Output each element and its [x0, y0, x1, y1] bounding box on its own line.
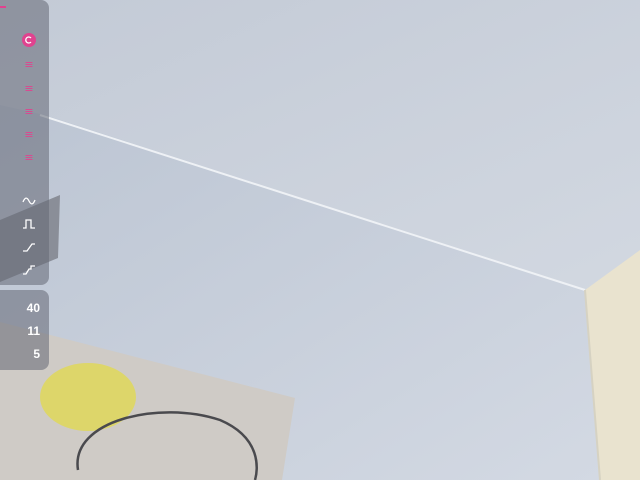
sine-wave-button[interactable]: [18, 191, 40, 211]
sine-wave-icon: [22, 197, 36, 205]
ramp-wave-icon: [23, 243, 35, 252]
lines-icon: ≡: [24, 104, 34, 118]
lines-icon: ≡: [24, 150, 34, 164]
square-wave-icon: [23, 219, 35, 229]
step-wave-icon: [23, 265, 35, 275]
corner-mark: [0, 6, 6, 8]
room-background: [0, 0, 640, 480]
menu-button-1[interactable]: ≡: [18, 54, 40, 74]
record-button[interactable]: [18, 30, 40, 50]
toolbar-panel: ≡ ≡ ≡ ≡ ≡: [0, 0, 49, 285]
menu-button-2[interactable]: ≡: [18, 78, 40, 98]
menu-button-4[interactable]: ≡: [18, 124, 40, 144]
menu-button-5[interactable]: ≡: [18, 147, 40, 167]
menu-button-3[interactable]: ≡: [18, 101, 40, 121]
ramp-wave-button[interactable]: [18, 237, 40, 257]
level-value-1: 40: [26, 301, 40, 315]
step-wave-button[interactable]: [18, 260, 40, 280]
level-value-3: 5: [33, 347, 40, 361]
levels-panel: 40 11 5: [0, 290, 49, 370]
level-value-2: 11: [27, 324, 40, 338]
record-icon: [22, 33, 36, 47]
poster-yellow-circle: [40, 363, 136, 431]
camera-view: ≡ ≡ ≡ ≡ ≡ 40 11 5: [0, 0, 640, 480]
square-wave-button[interactable]: [18, 214, 40, 234]
lines-icon: ≡: [24, 57, 34, 71]
lines-icon: ≡: [24, 81, 34, 95]
lines-icon: ≡: [24, 127, 34, 141]
